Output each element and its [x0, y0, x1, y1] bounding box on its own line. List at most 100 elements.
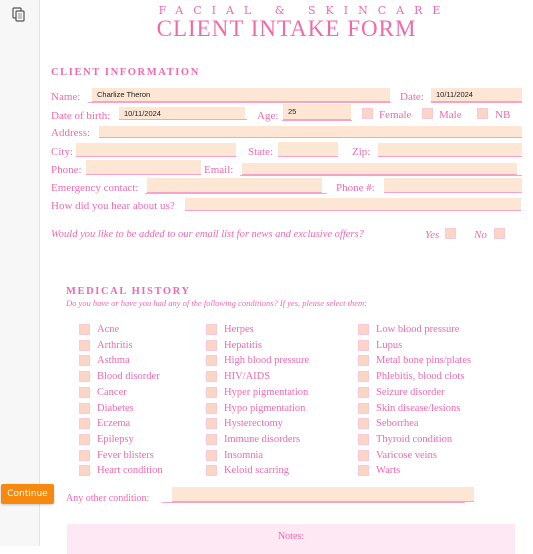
condition-checkbox[interactable]: [206, 433, 217, 445]
condition-item[interactable]: Thyroid condition: [358, 433, 452, 445]
condition-checkbox[interactable]: [79, 418, 90, 430]
male-label: Male: [439, 109, 462, 121]
other-condition-underline: [162, 502, 465, 503]
emergency-phone-input[interactable]: [384, 178, 522, 193]
condition-checkbox[interactable]: [206, 386, 217, 398]
condition-label: Immune disorders: [224, 433, 301, 445]
female-checkbox[interactable]: [362, 108, 373, 119]
condition-checkbox[interactable]: [358, 371, 369, 383]
referral-input[interactable]: [185, 198, 521, 211]
condition-checkbox[interactable]: [358, 402, 369, 414]
condition-checkbox[interactable]: [206, 324, 217, 335]
condition-checkbox[interactable]: [206, 449, 217, 461]
age-input[interactable]: 25: [283, 104, 351, 120]
condition-checkbox[interactable]: [206, 465, 217, 477]
condition-item[interactable]: Metal bone pins/plates: [358, 355, 471, 367]
zip-label: Zip:: [352, 146, 371, 158]
zip-input[interactable]: [378, 143, 522, 157]
condition-label: Seborrhea: [376, 418, 419, 430]
email-list-no-label: No: [474, 229, 487, 241]
condition-item[interactable]: Hyper pigmentation: [206, 386, 308, 398]
condition-item[interactable]: Warts: [358, 465, 400, 477]
condition-item[interactable]: Herpes: [206, 324, 254, 335]
condition-item[interactable]: Arthritis: [79, 339, 133, 351]
condition-checkbox[interactable]: [79, 449, 90, 461]
condition-item[interactable]: Blood disorder: [79, 371, 160, 383]
condition-item[interactable]: Epilepsy: [79, 433, 134, 445]
city-input[interactable]: [76, 143, 236, 157]
condition-item[interactable]: High blood pressure: [206, 355, 309, 367]
condition-item[interactable]: Seborrhea: [358, 418, 419, 430]
condition-checkbox[interactable]: [79, 339, 90, 351]
condition-checkbox[interactable]: [206, 402, 217, 414]
condition-checkbox[interactable]: [358, 418, 369, 430]
condition-item[interactable]: Hysterectomy: [206, 418, 283, 430]
condition-item[interactable]: Hypo pigmentation: [206, 402, 305, 414]
notes-box[interactable]: Notes:: [67, 524, 515, 554]
condition-item[interactable]: Phlebitis, blood clots: [358, 371, 465, 383]
condition-item[interactable]: Low blood pressure: [358, 324, 459, 335]
condition-checkbox[interactable]: [79, 433, 90, 445]
condition-item[interactable]: Diabetes: [79, 402, 134, 414]
condition-item[interactable]: Heart condition: [79, 465, 163, 477]
condition-label: Seizure disorder: [376, 386, 445, 398]
email-list-no-checkbox[interactable]: [494, 228, 505, 239]
condition-label: Phlebitis, blood clots: [376, 371, 465, 383]
condition-checkbox[interactable]: [206, 418, 217, 430]
dob-label: Date of birth:: [51, 110, 111, 122]
condition-item[interactable]: Eczema: [79, 418, 130, 430]
state-input[interactable]: [278, 142, 338, 157]
condition-checkbox[interactable]: [358, 465, 369, 477]
condition-item[interactable]: Skin disease/lesions: [358, 402, 460, 414]
email-underline: [240, 175, 522, 176]
medical-history-prompt: Do you have or have you had any of the f…: [66, 298, 367, 308]
condition-checkbox[interactable]: [206, 355, 217, 367]
condition-checkbox[interactable]: [358, 324, 369, 335]
condition-item[interactable]: Fever blisters: [79, 449, 154, 461]
condition-checkbox[interactable]: [358, 449, 369, 461]
address-label: Address:: [51, 127, 91, 139]
email-list-yes-checkbox[interactable]: [445, 228, 456, 239]
date-input[interactable]: 10/11/2024: [431, 88, 522, 102]
condition-label: HIV/AIDS: [224, 371, 271, 383]
nb-checkbox[interactable]: [477, 108, 488, 119]
condition-item[interactable]: Varicose veins: [358, 449, 437, 461]
condition-item[interactable]: Hepatitis: [206, 339, 262, 351]
condition-checkbox[interactable]: [206, 371, 217, 383]
condition-label: Heart condition: [97, 465, 163, 477]
name-input[interactable]: Charlize Theron: [92, 88, 390, 102]
phone-input[interactable]: [86, 160, 201, 175]
condition-checkbox[interactable]: [79, 465, 90, 477]
condition-checkbox[interactable]: [358, 386, 369, 398]
condition-item[interactable]: Acne: [79, 324, 119, 335]
condition-item[interactable]: Seizure disorder: [358, 386, 445, 398]
condition-checkbox[interactable]: [358, 355, 369, 367]
city-label: City:: [51, 146, 74, 158]
email-label: Email:: [204, 164, 234, 176]
condition-item[interactable]: Keloid scarring: [206, 465, 289, 477]
dob-input[interactable]: 10/11/2024: [119, 107, 245, 120]
condition-checkbox[interactable]: [79, 324, 90, 335]
condition-checkbox[interactable]: [79, 402, 90, 414]
referral-label: How did you hear about us?: [51, 200, 175, 212]
condition-checkbox[interactable]: [358, 339, 369, 351]
condition-checkbox[interactable]: [79, 386, 90, 398]
address-input[interactable]: [99, 126, 522, 138]
condition-item[interactable]: Cancer: [79, 386, 127, 398]
condition-item[interactable]: HIV/AIDS: [206, 371, 271, 383]
condition-checkbox[interactable]: [206, 339, 217, 351]
condition-item[interactable]: Asthma: [79, 355, 130, 367]
female-label: Female: [379, 109, 412, 121]
condition-item[interactable]: Immune disorders: [206, 433, 301, 445]
emergency-contact-input[interactable]: [147, 178, 322, 193]
condition-item[interactable]: Lupus: [358, 339, 402, 351]
other-condition-input[interactable]: [172, 487, 474, 502]
condition-checkbox[interactable]: [358, 433, 369, 445]
male-checkbox[interactable]: [422, 108, 433, 119]
date-label: Date:: [400, 91, 424, 103]
document-pages-icon[interactable]: [12, 7, 26, 23]
condition-checkbox[interactable]: [79, 371, 90, 383]
condition-item[interactable]: Insomnia: [206, 449, 263, 461]
email-input[interactable]: [242, 163, 517, 175]
condition-checkbox[interactable]: [79, 355, 90, 367]
